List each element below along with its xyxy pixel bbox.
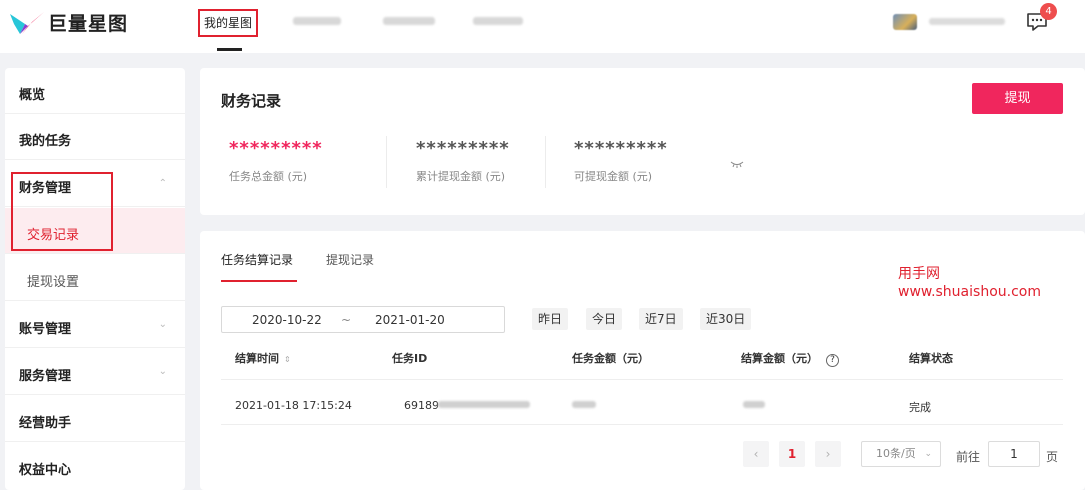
sidebar-item-account[interactable]: 账号管理 ⌄ <box>5 302 185 348</box>
nav-active-underline <box>217 48 242 51</box>
sidebar-item-overview[interactable]: 概览 <box>5 68 185 114</box>
finance-card: 财务记录 提现 ********* 任务总金额 (元) ********* 累计… <box>200 68 1085 215</box>
chevron-down-icon: ⌄ <box>158 366 167 377</box>
settle-amount-blurred <box>743 401 765 408</box>
logo-text: 巨量星图 <box>48 13 129 35</box>
stat-divider <box>545 136 546 188</box>
message-badge: 4 <box>1040 3 1057 20</box>
column-task-amount: 任务金额（元） <box>572 352 649 365</box>
range-today-button[interactable]: 今日 <box>586 308 623 330</box>
watermark-line2: www.shuaishou.com <box>898 284 1041 300</box>
pager-current-page[interactable]: 1 <box>779 441 805 467</box>
range-7days-button[interactable]: 近7日 <box>639 308 683 330</box>
row-task-id: 69189 <box>404 399 439 412</box>
sidebar-item-my-tasks[interactable]: 我的任务 <box>5 114 185 160</box>
sidebar-item-label: 权益中心 <box>19 463 72 478</box>
goto-label: 前往 <box>956 450 981 464</box>
sidebar-item-label: 概览 <box>19 88 46 103</box>
chevron-down-icon: ⌄ <box>924 449 932 459</box>
table-divider <box>221 379 1063 380</box>
closed-eye-icon[interactable] <box>730 160 744 168</box>
row-settle-time: 2021-01-18 17:15:24 <box>235 399 352 412</box>
tab-withdraw-records[interactable]: 提现记录 <box>326 251 374 268</box>
column-settle-time[interactable]: 结算时间 ⇕ <box>235 350 291 366</box>
watermark-line1: 用手网 <box>898 266 940 282</box>
sidebar-item-services[interactable]: 服务管理 ⌄ <box>5 349 185 395</box>
page-size-select[interactable]: 10条/页 ⌄ <box>861 441 941 467</box>
finance-title: 财务记录 <box>221 92 282 110</box>
avatar[interactable] <box>893 14 917 30</box>
table-divider <box>221 424 1063 425</box>
chevron-up-icon: ⌃ <box>158 178 167 189</box>
logo[interactable]: 巨量星图 <box>10 9 128 36</box>
column-label: 结算时间 <box>235 352 279 365</box>
nav-item-blurred-2[interactable] <box>383 17 435 25</box>
tab-active-underline <box>221 280 297 282</box>
stat-total-amount: ********* <box>229 138 323 159</box>
highlight-box-sidebar <box>11 172 113 251</box>
row-status: 完成 <box>909 401 931 414</box>
goto-page-input[interactable]: 1 <box>988 441 1040 467</box>
stat-withdrawn-amount: ********* <box>416 138 510 159</box>
date-separator: ~ <box>341 313 352 327</box>
sidebar-item-label: 服务管理 <box>19 369 72 384</box>
pager-prev-button[interactable]: ‹ <box>743 441 769 467</box>
sidebar-item-label: 经营助手 <box>19 416 72 431</box>
date-start: 2020-10-22 <box>252 313 322 327</box>
nav-my-xingtu[interactable]: 我的星图 <box>198 9 259 37</box>
page-suffix-label: 页 <box>1046 450 1059 464</box>
task-id-blurred <box>438 401 530 408</box>
column-settle-amount: 结算金额（元）? <box>741 350 839 367</box>
nav-item-blurred-1[interactable] <box>293 17 341 25</box>
stat-available-amount: ********* <box>574 138 668 159</box>
top-header: 巨量星图 我的星图 4 <box>0 0 1085 53</box>
logo-icon <box>10 11 44 34</box>
withdraw-button[interactable]: 提现 <box>972 83 1063 114</box>
sidebar-item-label: 我的任务 <box>19 134 72 149</box>
sidebar-item-label: 提现设置 <box>27 275 80 290</box>
username-blurred[interactable] <box>929 18 1005 25</box>
column-label: 结算金额（元） <box>741 352 818 365</box>
sidebar-item-withdraw-settings[interactable]: 提现设置 <box>5 255 185 301</box>
stat-withdrawn-label: 累计提现金额 (元) <box>416 170 506 183</box>
date-end: 2021-01-20 <box>375 313 445 327</box>
range-yesterday-button[interactable]: 昨日 <box>532 308 569 330</box>
range-30days-button[interactable]: 近30日 <box>700 308 752 330</box>
pager-next-button[interactable]: › <box>815 441 841 467</box>
help-icon[interactable]: ? <box>826 354 839 367</box>
chevron-down-icon: ⌄ <box>158 319 167 330</box>
nav-item-blurred-3[interactable] <box>473 17 523 25</box>
task-id-prefix: 69189 <box>404 399 439 412</box>
sidebar-item-label: 账号管理 <box>19 322 72 337</box>
column-task-id: 任务ID <box>392 352 428 365</box>
task-amount-blurred <box>572 401 596 408</box>
sidebar-item-benefits[interactable]: 权益中心 <box>5 443 185 489</box>
stat-divider <box>386 136 387 188</box>
page-size-value: 10条/页 <box>876 447 916 460</box>
date-range-picker[interactable]: 2020-10-22 ~ 2021-01-20 <box>221 306 505 333</box>
tab-task-settlement[interactable]: 任务结算记录 <box>221 251 293 268</box>
stat-available-label: 可提现金额 (元) <box>574 170 653 183</box>
sidebar-item-business-assistant[interactable]: 经营助手 <box>5 396 185 442</box>
sort-icon[interactable]: ⇕ <box>284 355 291 364</box>
records-card: 任务结算记录 提现记录 2020-10-22 ~ 2021-01-20 昨日 今… <box>200 231 1085 490</box>
stat-total-label: 任务总金额 (元) <box>229 170 308 183</box>
column-status: 结算状态 <box>909 352 953 365</box>
sidebar: 概览 我的任务 财务管理 ⌃ 交易记录 提现设置 账号管理 ⌄ 服务管理 ⌄ 经… <box>5 68 185 490</box>
